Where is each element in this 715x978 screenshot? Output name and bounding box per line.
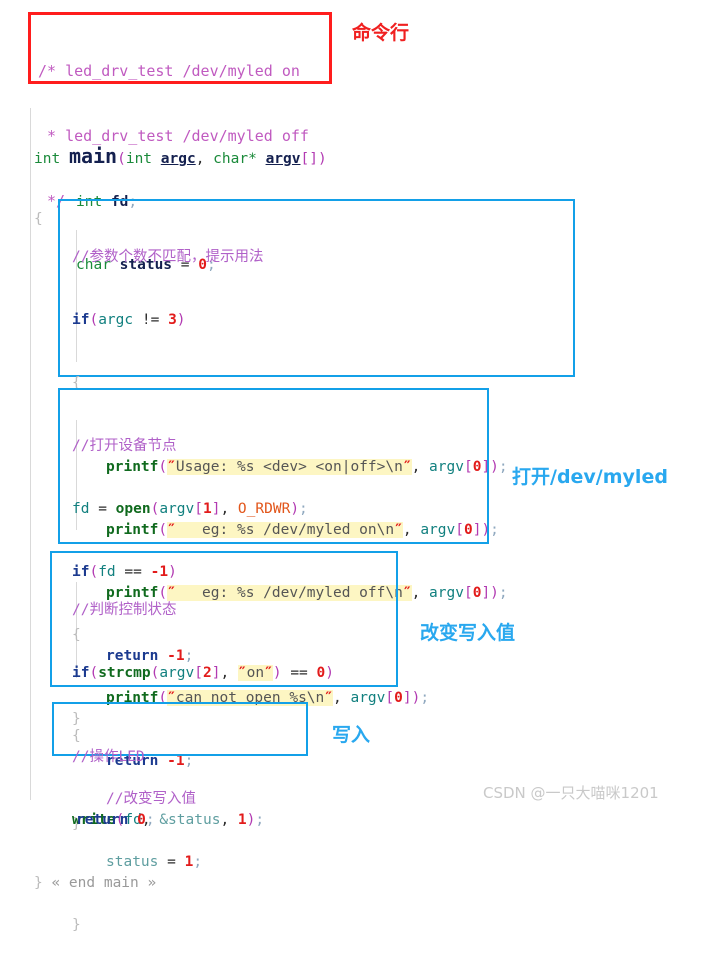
fd-assign-op: = — [98, 501, 107, 517]
argc-ref: argc — [98, 312, 134, 328]
return-type: int — [34, 151, 61, 167]
return-value-3: 0 — [137, 812, 146, 828]
strcmp-arg-argv: argv — [159, 665, 195, 681]
code-screenshot: /* led_drv_test /dev/myled on * led_drv_… — [0, 0, 715, 933]
function-footer: return 0; } « end main » — [34, 768, 156, 936]
printf-arg-4: argv — [350, 690, 386, 706]
write-led-comment: //操作LED — [72, 749, 145, 765]
annotation-open-dev-myled: 打开/dev/myled — [512, 466, 668, 488]
param2-suffix: [] — [300, 151, 318, 167]
strcmp-cmp-num: 0 — [316, 665, 326, 681]
comment-line-1: /* led_drv_test /dev/myled on — [38, 62, 300, 80]
main-close-line: } « end main » — [34, 873, 156, 894]
return-keyword-3: return — [76, 812, 129, 828]
param2-type: char* — [213, 151, 257, 167]
function-close-brace: } — [34, 875, 43, 891]
argc-check-if-line: if(argc != 3) — [72, 312, 186, 328]
check-state-comment: //判断控制状态 — [72, 602, 177, 618]
argc-cmp-num: 3 — [168, 312, 177, 328]
open-arg-index: 1 — [202, 501, 212, 517]
open-device-comment: //打开设备节点 — [72, 438, 177, 454]
param2-name: argv — [265, 151, 301, 167]
fd-lhs: fd — [72, 501, 90, 517]
csdn-watermark: CSDN @一只大喵咪1201 — [483, 784, 659, 802]
if-keyword-3: if — [72, 665, 90, 681]
open-flag-macro: O_RDWR — [237, 501, 291, 517]
open-arg-argv: argv — [159, 501, 195, 517]
strcmp-literal: on — [246, 665, 265, 681]
open-fn: open — [115, 501, 151, 517]
argc-check-comment: //参数个数不匹配，提示用法 — [72, 249, 264, 265]
annotation-command-line: 命令行 — [352, 22, 410, 44]
strcmp-cmp-op: == — [290, 665, 308, 681]
argc-cmp-op: != — [141, 312, 160, 328]
end-main-marker: « end main » — [51, 875, 157, 891]
strcmp-arg-index: 2 — [202, 665, 212, 681]
fold-guide-main — [30, 108, 31, 800]
annotation-write: 写入 — [332, 724, 371, 746]
write-arg-status: &status — [159, 812, 221, 828]
close-paren: ) — [317, 151, 327, 167]
printf-arg-3: argv — [429, 585, 464, 601]
write-arg-len: 1 — [237, 812, 247, 828]
open-call-line: fd = open(argv[1], O_RDWR); — [72, 501, 308, 517]
main-return-line: return 0; — [76, 812, 155, 828]
strcmp-if-line: if(strcmp(argv[2], ″on″) == 0) — [72, 665, 334, 681]
strcmp-fn: strcmp — [98, 665, 151, 681]
printf-idx-4: 0 — [394, 690, 403, 706]
if-keyword: if — [72, 312, 90, 328]
annotation-change-write-value: 改变写入值 — [420, 622, 516, 644]
